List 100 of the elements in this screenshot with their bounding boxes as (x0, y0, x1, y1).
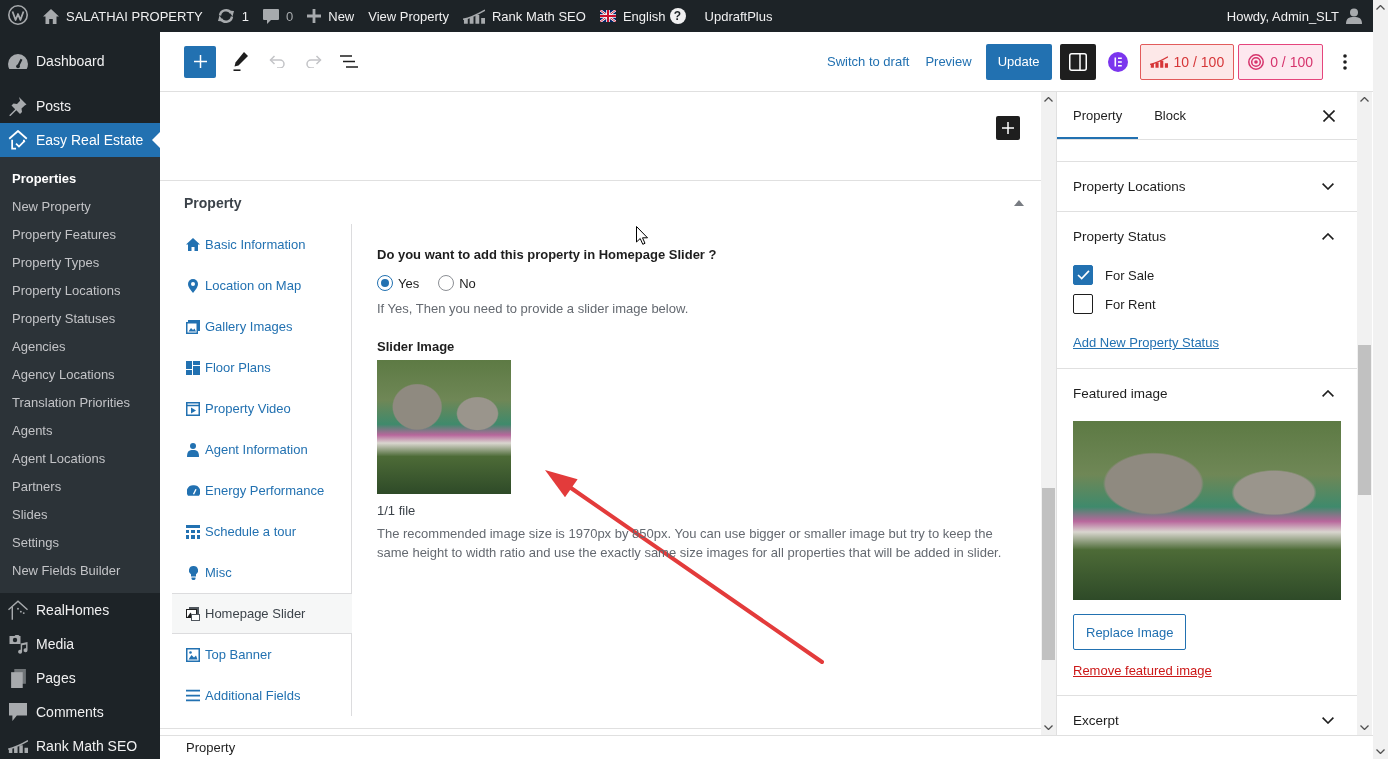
scrollbar[interactable] (1373, 0, 1388, 759)
panel-toggle[interactable]: Featured image (1057, 369, 1357, 418)
floor-plan-icon (186, 360, 200, 375)
panel-toggle[interactable]: Property Status (1057, 212, 1357, 261)
logo-icon[interactable] (8, 4, 28, 25)
scrollbar-thumb[interactable] (1358, 345, 1371, 495)
meta-box-title: Property (184, 194, 242, 211)
submenu-item[interactable]: Agents (0, 417, 160, 445)
tab[interactable]: Top Banner (172, 634, 351, 675)
menu-item[interactable]: Easy Real Estate (0, 123, 160, 157)
scrollbar[interactable] (1357, 92, 1372, 735)
submenu-item[interactable]: Translation Priorities (0, 389, 160, 417)
photo-placeholder[interactable] (377, 360, 511, 494)
submenu-item[interactable]: Slides (0, 501, 160, 529)
submenu-item[interactable]: Settings (0, 529, 160, 557)
submenu-item[interactable]: Partners (0, 473, 160, 501)
help-mark[interactable]: ? (669, 8, 686, 24)
sidebar-tab[interactable]: Block (1138, 92, 1202, 139)
tab[interactable]: Misc (172, 552, 351, 593)
house-check-icon (8, 130, 28, 150)
calendar-grid-icon (186, 524, 200, 539)
menu-item[interactable]: Posts (0, 89, 160, 123)
scroll-up-icon (1376, 5, 1385, 10)
pin-icon (9, 96, 27, 116)
pencil-icon[interactable] (233, 52, 249, 71)
field-label: Slider Image (377, 338, 455, 356)
submenu-item[interactable]: Property Statuses (0, 305, 160, 333)
submenu-item[interactable]: New Fields Builder (0, 557, 160, 585)
backup-menu-link[interactable]: UpdraftPlus (697, 0, 780, 32)
radio-label[interactable]: No (459, 275, 476, 291)
person-icon (187, 442, 199, 457)
radio-label[interactable]: Yes (398, 275, 420, 291)
photo-placeholder[interactable] (1073, 421, 1341, 600)
tab[interactable]: Property Video (172, 388, 351, 429)
submenu-item[interactable]: Property Types (0, 249, 160, 277)
checkbox[interactable] (1073, 265, 1093, 285)
caret-up-icon[interactable] (1014, 199, 1024, 206)
panel-toggle[interactable]: Property Locations (1057, 162, 1357, 211)
view-property-link[interactable]: View Property (361, 0, 456, 32)
submenu-item[interactable]: Property Locations (0, 277, 160, 305)
submenu-item[interactable]: Agencies (0, 333, 160, 361)
scrollbar[interactable] (1041, 92, 1056, 735)
map-marker-icon (188, 278, 198, 293)
tab[interactable]: Additional Fields (172, 675, 351, 716)
tab[interactable]: Floor Plans (172, 347, 351, 388)
menu-item[interactable]: Dashboard (0, 44, 160, 78)
sidebar-tab[interactable]: Property (1057, 92, 1139, 139)
site-name-link[interactable]: SALATHAI PROPERTY (36, 0, 210, 32)
more-menu-icon[interactable] (1343, 53, 1347, 70)
add-status-link[interactable]: Add New Property Status (1073, 334, 1219, 352)
tab[interactable]: Location on Map (172, 265, 351, 306)
replace-image-button[interactable]: Replace Image (1073, 614, 1187, 650)
add-block-button[interactable] (184, 45, 216, 78)
target-icon (1248, 53, 1265, 70)
add-block-button[interactable] (996, 116, 1020, 140)
tab[interactable]: Energy Performance (172, 470, 351, 511)
list-view-icon[interactable] (340, 55, 358, 68)
radio-button[interactable] (377, 275, 393, 291)
remove-image-link[interactable]: Remove featured image (1073, 662, 1212, 680)
submenu-item[interactable]: New Property (0, 193, 160, 221)
preview-button[interactable]: Preview (917, 43, 980, 80)
slides-icon (186, 606, 200, 621)
close-icon[interactable] (1323, 109, 1335, 122)
submenu-item[interactable]: Agency Locations (0, 361, 160, 389)
seo-menu-link[interactable]: Rank Math SEO (455, 0, 593, 32)
radio-button[interactable] (438, 275, 455, 291)
updates-link[interactable]: 1 (209, 0, 256, 32)
switch-to-draft-button[interactable]: Switch to draft (819, 43, 918, 80)
tab[interactable]: Basic Information (172, 224, 351, 265)
menu-item[interactable]: Media (0, 627, 160, 661)
tab[interactable]: Gallery Images (172, 306, 351, 347)
checkbox-label[interactable]: For Rent (1105, 296, 1156, 312)
scroll-down-icon (1376, 749, 1385, 754)
e-circle-icon[interactable] (1107, 51, 1128, 72)
readability-score-button[interactable]: 0 / 100 (1238, 43, 1323, 80)
chart-icon (1149, 55, 1168, 68)
submenu-item[interactable]: Property Features (0, 221, 160, 249)
checkbox-label[interactable]: For Sale (1105, 267, 1155, 283)
submenu-item[interactable]: Agent Locations (0, 445, 160, 473)
comments-link[interactable]: 0 (256, 0, 301, 32)
menu-item[interactable]: Rank Math SEO (0, 729, 160, 759)
seo-score-button[interactable]: 10 / 100 (1139, 43, 1235, 80)
pages-icon (10, 668, 26, 688)
update-button[interactable]: Update (985, 43, 1052, 80)
scroll-down-icon (1044, 725, 1053, 730)
menu-item[interactable]: Pages (0, 661, 160, 695)
tab[interactable]: Agent Information (172, 429, 351, 470)
settings-toggle-button[interactable] (1059, 43, 1096, 80)
account-menu-link[interactable]: Howdy, Admin_SLT (1219, 0, 1369, 32)
checkbox[interactable] (1073, 294, 1093, 314)
new-content-link[interactable]: New (300, 0, 362, 32)
tab[interactable]: Homepage Slider (172, 593, 352, 634)
comment-icon (263, 8, 279, 24)
breadcrumb-link[interactable]: Property (186, 740, 236, 755)
tab[interactable]: Schedule a tour (172, 511, 351, 552)
menu-item[interactable]: Comments (0, 695, 160, 729)
menu-item[interactable]: RealHomes (0, 593, 160, 627)
submenu-item[interactable]: Properties (0, 165, 160, 193)
panel-toggle[interactable]: Excerpt (1057, 696, 1357, 735)
scrollbar-thumb[interactable] (1042, 488, 1055, 660)
